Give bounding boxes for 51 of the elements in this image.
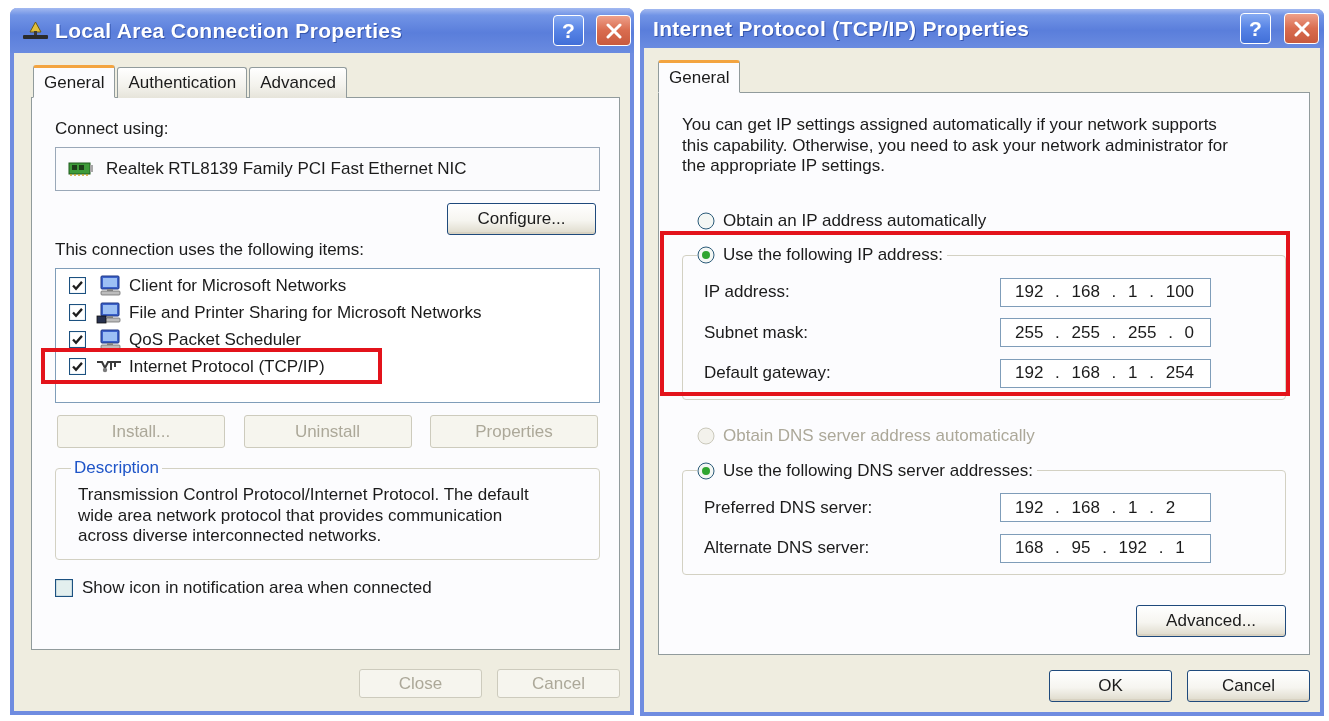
item-label[interactable]: File and Printer Sharing for Microsoft Networks <box>129 302 482 323</box>
computer-printer-icon <box>96 301 122 324</box>
group-title: Description <box>73 458 161 478</box>
address-field[interactable]: 255 . 255 . 255 . 0 <box>1000 318 1211 347</box>
radio-label: Obtain an IP address automatically <box>723 210 987 231</box>
close-icon <box>605 22 622 39</box>
field-label: Default gateway: <box>704 363 832 383</box>
tab[interactable]: General <box>33 65 116 98</box>
radio-label: Use the following DNS server addresses: <box>723 460 1033 481</box>
close-button[interactable] <box>1284 13 1319 44</box>
radio-button[interactable] <box>697 211 715 230</box>
section-label: Connect using: <box>55 119 170 139</box>
checkbox[interactable] <box>69 277 86 294</box>
address-field[interactable]: 192 . 168 . 1 . 2 <box>1000 493 1211 522</box>
network-icon <box>96 358 122 375</box>
intro-text: You can get IP settings assigned automatically if your network supports this capability. Otherwise, you need to ask your network administrator for the appropriate IP settings. <box>682 115 1229 177</box>
field-label: Alternate DNS server: <box>704 538 871 558</box>
tab[interactable]: General <box>658 60 741 93</box>
radio-button[interactable] <box>697 461 715 480</box>
address-field[interactable]: 192 . 168 . 1 . 254 <box>1000 358 1211 388</box>
radio-button[interactable] <box>697 246 715 264</box>
close-button[interactable] <box>596 15 631 46</box>
window-title: Internet Protocol (TCP/IP) Properties <box>653 16 1031 41</box>
tab[interactable]: Authentication <box>117 67 248 98</box>
field-label: IP address: <box>704 282 791 302</box>
address-field[interactable]: 192 . 168 . 1 . 100 <box>1000 277 1211 307</box>
configure-button[interactable]: Configure... <box>447 203 596 235</box>
field-label: Preferred DNS server: <box>704 497 874 518</box>
checkbox[interactable] <box>69 331 86 348</box>
close-icon <box>1293 20 1310 37</box>
checkbox[interactable] <box>69 304 86 321</box>
item-label[interactable]: Client for Microsoft Networks <box>129 275 347 296</box>
dialog-button[interactable]: Cancel <box>1187 670 1310 702</box>
network-icon <box>22 21 49 40</box>
section-label: This connection uses the following items: <box>55 240 365 260</box>
radio-label: Obtain DNS server address automatically <box>723 425 1035 446</box>
radio-label: Use the following IP address: <box>723 245 943 265</box>
item-label[interactable]: Internet Protocol (TCP/IP) <box>129 356 325 377</box>
description-text: Transmission Control Protocol/Internet Protocol. The default wide area network protocol that provides communication across diverse interconnected networks. <box>78 485 530 547</box>
tab[interactable]: Advanced <box>249 67 347 98</box>
field-label: Subnet mask: <box>704 322 809 343</box>
checkbox-label: Show icon in notification area when connected <box>82 577 432 598</box>
adapter-name: Realtek RTL8139 Family PCI Fast Ethernet NIC <box>106 159 467 179</box>
dialog-button[interactable]: OK <box>1049 670 1172 702</box>
window-title: Local Area Connection Properties <box>55 18 404 43</box>
checkbox[interactable] <box>55 578 73 597</box>
advanced-button[interactable]: Advanced... <box>1136 604 1286 637</box>
item-label[interactable]: QoS Packet Scheduler <box>129 329 301 350</box>
address-field[interactable]: 168 . 95 . 192 . 1 <box>1000 533 1211 563</box>
network-card-icon <box>68 161 94 177</box>
checkbox[interactable] <box>69 358 86 375</box>
